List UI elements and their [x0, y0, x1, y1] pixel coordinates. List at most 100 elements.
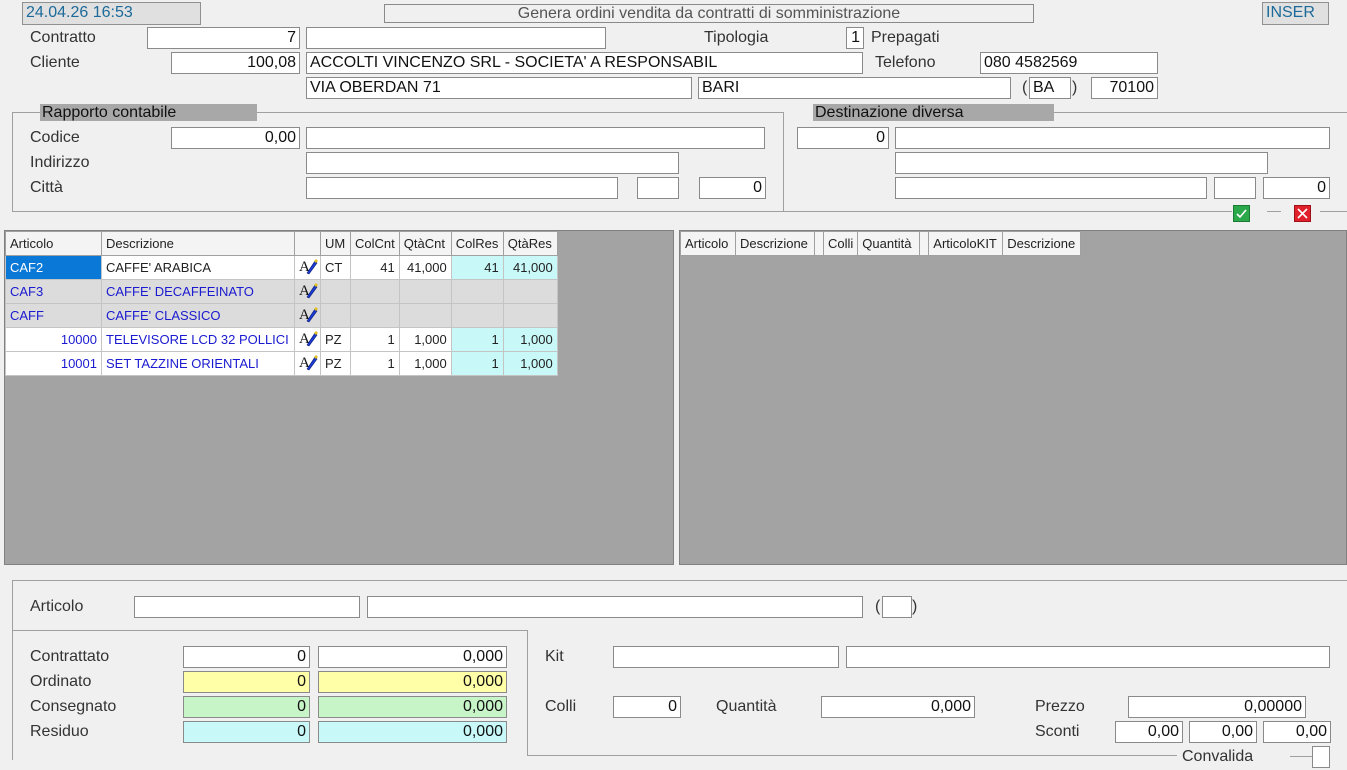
table-row[interactable]: 10001 SET TAZZINE ORIENTALI A PZ 1 1,000… — [5, 351, 558, 376]
indirizzo-field[interactable] — [306, 152, 679, 174]
colli-label: Colli — [545, 698, 577, 715]
articolo-cell[interactable]: CAF2 — [5, 255, 102, 280]
col-kit-spacer — [814, 231, 824, 256]
descrizione-cell[interactable]: CAFFE' ARABICA — [101, 255, 295, 280]
codice-description[interactable] — [306, 127, 765, 149]
destinazione-code-field[interactable]: 0 — [797, 127, 889, 149]
col-kit-articolo[interactable]: Articolo — [680, 231, 736, 256]
table-header-row: Articolo Descrizione Colli Quantità Arti… — [680, 231, 1082, 256]
cliente-cap-field[interactable]: 70100 — [1091, 77, 1158, 99]
citta-cap-field[interactable]: 0 — [699, 177, 766, 199]
edit-pen-icon[interactable]: A — [294, 327, 321, 352]
cliente-city-field[interactable]: BARI — [698, 77, 1011, 99]
contratto-label: Contratto — [30, 29, 96, 46]
sconto-3-field[interactable]: 0,00 — [1263, 721, 1331, 743]
cliente-province-field[interactable]: BA — [1029, 77, 1071, 99]
colres-cell: 41 — [450, 255, 504, 280]
convalida-checkbox[interactable] — [1312, 746, 1330, 768]
table-row[interactable]: 10000 TELEVISORE LCD 32 POLLICI A PZ 1 1… — [5, 327, 558, 352]
cancel-icon[interactable] — [1294, 205, 1311, 222]
articolo-cell[interactable]: CAF3 — [5, 279, 102, 304]
separator — [12, 211, 1232, 212]
detail-articolo-desc-field[interactable] — [367, 596, 863, 618]
contract-articles-table: Articolo Descrizione UM ColCnt QtàCnt Co… — [5, 231, 558, 376]
citta-field[interactable] — [306, 177, 618, 199]
confirm-icon[interactable] — [1233, 205, 1250, 222]
residuo-qta-field: 0,000 — [318, 721, 507, 743]
contratto-field[interactable]: 7 — [147, 27, 300, 49]
detail-um-field[interactable] — [882, 596, 912, 618]
col-kit-articolokit[interactable]: ArticoloKIT — [928, 231, 1004, 256]
destinazione-desc-field[interactable] — [895, 127, 1330, 149]
table-row[interactable]: CAF2 CAFFE' ARABICA A CT 41 41,000 41 41… — [5, 255, 558, 280]
cliente-name-field[interactable]: ACCOLTI VINCENZO SRL - SOCIETA' A RESPON… — [306, 52, 863, 74]
tipologia-field[interactable]: 1 — [846, 27, 864, 49]
col-colres[interactable]: ColRes — [450, 231, 504, 256]
col-kit-descrizione[interactable]: Descrizione — [735, 231, 815, 256]
destinazione-province-field[interactable] — [1214, 177, 1256, 199]
col-kit-descrizione2[interactable]: Descrizione — [1002, 231, 1082, 256]
citta-province-field[interactable] — [637, 177, 679, 199]
destinazione-city-field[interactable] — [895, 177, 1207, 199]
sconto-2-field[interactable]: 0,00 — [1189, 721, 1257, 743]
detail-articolo-label: Articolo — [30, 598, 84, 615]
articolo-cell[interactable]: CAFF — [5, 303, 102, 328]
descrizione-cell[interactable]: SET TAZZINE ORIENTALI — [101, 351, 295, 376]
sconti-label: Sconti — [1035, 723, 1080, 740]
detail-um-close-paren: ) — [912, 598, 918, 615]
contract-articles-grid[interactable]: Articolo Descrizione UM ColCnt QtàCnt Co… — [4, 230, 674, 565]
descrizione-cell[interactable]: CAFFE' CLASSICO — [101, 303, 295, 328]
sconto-1-field[interactable]: 0,00 — [1115, 721, 1183, 743]
separator — [12, 112, 40, 113]
residuo-colli-field: 0 — [183, 721, 310, 743]
contrattato-label: Contrattato — [30, 648, 110, 665]
col-colcnt[interactable]: ColCnt — [350, 231, 400, 256]
citta-label: Città — [30, 179, 63, 196]
cliente-address-field[interactable]: VIA OBERDAN 71 — [306, 77, 692, 99]
articolo-cell[interactable]: 10000 — [5, 327, 102, 352]
articolo-cell[interactable]: 10001 — [5, 351, 102, 376]
ordinato-qta-field: 0,000 — [318, 671, 507, 693]
table-row[interactable]: CAFF CAFFE' CLASSICO A — [5, 303, 558, 328]
destinazione-cap-field[interactable]: 0 — [1263, 177, 1330, 199]
separator — [1320, 211, 1347, 212]
kit-label: Kit — [545, 648, 564, 665]
province-close-paren: ) — [1072, 79, 1078, 96]
kit-code-field[interactable] — [613, 646, 839, 668]
edit-pen-icon[interactable]: A — [294, 351, 321, 376]
edit-pen-icon[interactable]: A — [294, 255, 321, 280]
indirizzo-label: Indirizzo — [30, 154, 90, 171]
edit-pen-icon[interactable]: A — [294, 279, 321, 304]
col-qtacnt[interactable]: QtàCnt — [398, 231, 452, 256]
destinazione-address-field[interactable] — [895, 152, 1268, 174]
separator — [12, 112, 13, 211]
kit-desc-field[interactable] — [846, 646, 1330, 668]
colli-field[interactable]: 0 — [613, 696, 681, 718]
destinazione-diversa-header: Destinazione diversa — [813, 104, 1054, 121]
col-qtares[interactable]: QtàRes — [502, 231, 558, 256]
col-kit-quantita[interactable]: Quantità — [857, 231, 921, 256]
detail-articolo-code-field[interactable] — [134, 596, 360, 618]
kit-components-grid[interactable]: Articolo Descrizione Colli Quantità Arti… — [679, 230, 1347, 565]
edit-pen-icon[interactable]: A — [294, 303, 321, 328]
col-descrizione[interactable]: Descrizione — [101, 231, 295, 256]
qtacnt-cell: 1,000 — [398, 327, 452, 352]
tipologia-label: Tipologia — [704, 29, 769, 46]
contratto-description[interactable] — [306, 27, 606, 49]
col-kit-colli[interactable]: Colli — [822, 231, 859, 256]
col-um[interactable]: UM — [320, 231, 351, 256]
colres-cell — [450, 303, 504, 328]
descrizione-cell[interactable]: TELEVISORE LCD 32 POLLICI — [101, 327, 295, 352]
table-row[interactable]: CAF3 CAFFE' DECAFFEINATO A — [5, 279, 558, 304]
col-articolo[interactable]: Articolo — [5, 231, 102, 256]
quantita-field[interactable]: 0,000 — [821, 696, 975, 718]
descrizione-cell[interactable]: CAFFE' DECAFFEINATO — [101, 279, 295, 304]
codice-field[interactable]: 0,00 — [171, 127, 300, 149]
cliente-code-field[interactable]: 100,08 — [171, 52, 300, 74]
prezzo-field[interactable]: 0,00000 — [1128, 696, 1306, 718]
tipologia-description: Prepagati — [871, 29, 940, 46]
telefono-field[interactable]: 080 4582569 — [980, 52, 1158, 74]
telefono-label: Telefono — [875, 54, 936, 71]
qtares-cell — [502, 303, 558, 328]
residuo-label: Residuo — [30, 723, 89, 740]
